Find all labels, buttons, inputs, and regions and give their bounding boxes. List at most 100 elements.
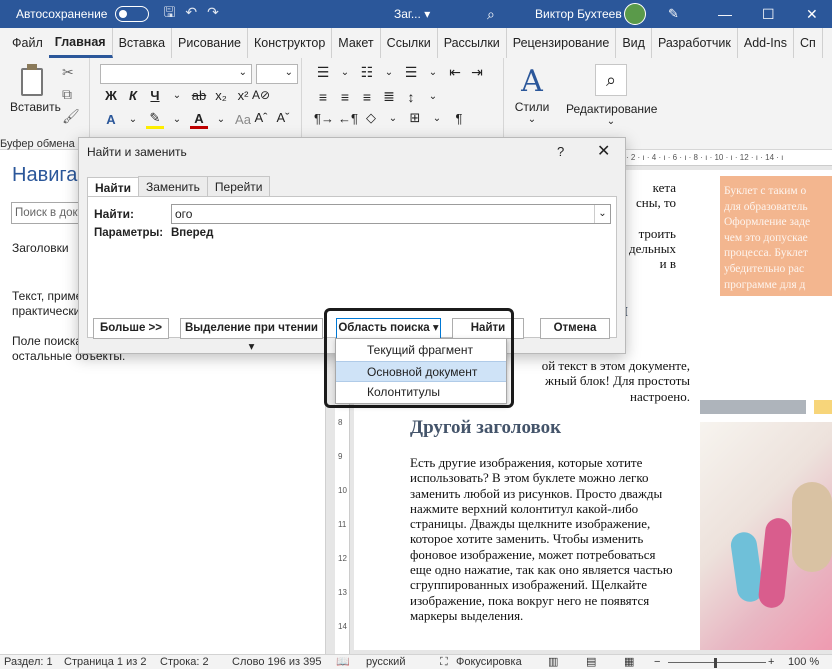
- grow-font-button[interactable]: Aˆ: [252, 110, 270, 125]
- zoom-slider[interactable]: [668, 662, 766, 663]
- pen-icon[interactable]: ✎: [668, 6, 679, 22]
- tab-5[interactable]: Макет: [332, 28, 381, 58]
- print-layout-icon[interactable]: ▤: [586, 655, 596, 669]
- dialog-tab-0[interactable]: Найти: [87, 177, 139, 198]
- justify-icon[interactable]: ≣: [380, 88, 398, 105]
- tab-4[interactable]: Конструктор: [248, 28, 333, 58]
- multilevel-list-icon[interactable]: ☰: [402, 64, 420, 81]
- status-zoom[interactable]: 100 %: [788, 655, 819, 669]
- borders-icon[interactable]: ⊞: [406, 110, 424, 126]
- indent-decrease-icon[interactable]: ⇤: [446, 64, 464, 81]
- font-size-combo[interactable]: ⌄: [256, 64, 298, 84]
- more-button[interactable]: Больше >>: [93, 318, 169, 339]
- chevron-down-icon[interactable]: ⌄: [380, 67, 398, 78]
- chevron-down-icon[interactable]: ⌄: [336, 67, 354, 78]
- status-language[interactable]: русский: [366, 655, 405, 669]
- reading-highlight-button[interactable]: Выделение при чтении ▾: [180, 318, 323, 353]
- find-input[interactable]: ого ⌄: [171, 204, 611, 224]
- paste-button[interactable]: Вставить: [10, 64, 61, 114]
- chevron-down-icon[interactable]: ⌄: [428, 113, 446, 124]
- restore-button[interactable]: ☐: [762, 6, 775, 23]
- horizontal-ruler[interactable]: · 2 · ı · 4 · ı · 6 · ı · 8 · ı · 10 · ı…: [626, 150, 832, 166]
- clear-format-button[interactable]: A⊘: [252, 88, 270, 102]
- rtl-icon[interactable]: ←¶: [338, 111, 358, 126]
- dialog-close-button[interactable]: ✕: [597, 141, 610, 161]
- bullets-icon[interactable]: ☰: [314, 64, 332, 81]
- document-title[interactable]: Заг... ▾: [394, 7, 430, 21]
- user-name[interactable]: Виктор Бухтеев: [535, 7, 622, 21]
- tab-12[interactable]: Сп: [794, 28, 823, 58]
- cut-icon[interactable]: ✂: [62, 64, 74, 81]
- chevron-down-icon[interactable]: ⌄: [424, 91, 442, 102]
- photo-image[interactable]: [700, 422, 832, 650]
- tab-10[interactable]: Разработчик: [652, 28, 738, 58]
- change-case-button[interactable]: Aa: [234, 112, 252, 127]
- tab-2[interactable]: Вставка: [113, 28, 173, 58]
- autosave-toggle[interactable]: [115, 6, 150, 22]
- numbering-icon[interactable]: ☷: [358, 64, 376, 81]
- tab-6[interactable]: Ссылки: [381, 28, 438, 58]
- tab-0[interactable]: Файл: [0, 28, 49, 58]
- quick-access-icons[interactable]: 🖫↶↷: [163, 2, 228, 26]
- nav-tab-headings[interactable]: Заголовки: [12, 241, 69, 255]
- zoom-in-icon[interactable]: +: [768, 655, 774, 669]
- styles-button[interactable]: A Стили ⌄: [514, 64, 550, 125]
- chevron-down-icon[interactable]: ⌄: [594, 205, 610, 223]
- chevron-down-icon[interactable]: ⌄: [212, 114, 230, 125]
- dialog-tab-1[interactable]: Заменить: [137, 176, 208, 197]
- line-spacing-icon[interactable]: ↕: [402, 89, 420, 105]
- zoom-out-icon[interactable]: −: [654, 655, 660, 669]
- align-left-icon[interactable]: ≡: [314, 89, 332, 105]
- search-icon[interactable]: ⌕: [487, 6, 495, 23]
- font-color-icon[interactable]: A: [190, 111, 208, 129]
- align-right-icon[interactable]: ≡: [358, 89, 376, 105]
- tab-9[interactable]: Вид: [616, 28, 652, 58]
- status-words[interactable]: Слово 196 из 395: [232, 655, 322, 669]
- italic-button[interactable]: К: [124, 88, 142, 103]
- tab-11[interactable]: Add-Ins: [738, 28, 794, 58]
- search-in-option-2[interactable]: Колонтитулы: [336, 382, 506, 403]
- chevron-down-icon[interactable]: ⌄: [424, 67, 442, 78]
- shading-icon[interactable]: ◇: [362, 110, 380, 126]
- web-layout-icon[interactable]: ▦: [624, 655, 634, 669]
- align-center-icon[interactable]: ≡: [336, 89, 354, 105]
- superscript-button[interactable]: x²: [234, 88, 252, 103]
- chevron-down-icon[interactable]: ⌄: [168, 90, 186, 101]
- close-button[interactable]: ✕: [806, 6, 818, 23]
- editing-button[interactable]: ⌕ Редактирование ⌄: [566, 64, 657, 127]
- strikethrough-button[interactable]: ab: [190, 88, 208, 103]
- proofing-icon[interactable]: 📖: [336, 655, 350, 669]
- zoom-slider-thumb[interactable]: [714, 658, 717, 668]
- text-effects-icon[interactable]: A: [102, 112, 120, 127]
- copy-icon[interactable]: ⧉: [62, 86, 72, 103]
- focus-icon[interactable]: ⛶: [440, 655, 448, 669]
- font-name-combo[interactable]: ⌄: [100, 64, 252, 84]
- show-marks-icon[interactable]: ¶: [450, 111, 468, 126]
- ltr-icon[interactable]: ¶→: [314, 111, 334, 126]
- read-mode-icon[interactable]: ▥: [548, 655, 558, 669]
- subscript-button[interactable]: x₂: [212, 88, 230, 103]
- dialog-tab-2[interactable]: Перейти: [206, 176, 271, 197]
- search-in-option-0[interactable]: Текущий фрагмент: [336, 340, 506, 361]
- chevron-down-icon[interactable]: ⌄: [168, 114, 186, 125]
- tab-7[interactable]: Рассылки: [438, 28, 507, 58]
- help-button[interactable]: ?: [557, 144, 564, 159]
- minimize-button[interactable]: —: [718, 6, 732, 22]
- underline-button[interactable]: Ч: [146, 88, 164, 103]
- search-in-option-1[interactable]: Основной документ: [336, 361, 506, 382]
- bold-button[interactable]: Ж: [102, 88, 120, 103]
- tab-3[interactable]: Рисование: [172, 28, 248, 58]
- status-page[interactable]: Страница 1 из 2: [64, 655, 146, 669]
- status-line[interactable]: Строка: 2: [160, 655, 209, 669]
- indent-increase-icon[interactable]: ⇥: [468, 64, 486, 81]
- tab-8[interactable]: Рецензирование: [507, 28, 617, 58]
- highlight-icon[interactable]: ✎: [146, 110, 164, 129]
- status-section[interactable]: Раздел: 1: [4, 655, 53, 669]
- chevron-down-icon[interactable]: ⌄: [124, 114, 142, 125]
- format-painter-icon[interactable]: 🖌: [62, 108, 80, 125]
- chevron-down-icon[interactable]: ⌄: [384, 113, 402, 124]
- status-focus[interactable]: Фокусировка: [456, 655, 522, 669]
- cancel-button[interactable]: Отмена: [540, 318, 610, 339]
- avatar[interactable]: [624, 3, 646, 25]
- shrink-font-button[interactable]: Aˇ: [274, 110, 292, 125]
